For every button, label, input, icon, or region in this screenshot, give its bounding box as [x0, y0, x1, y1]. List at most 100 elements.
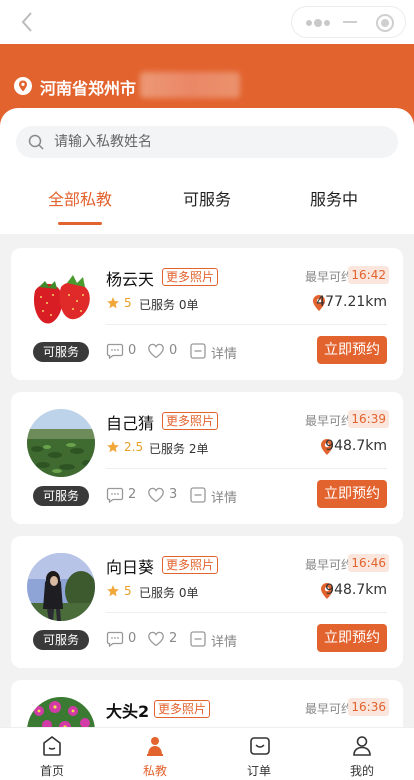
back-arrow-icon[interactable]	[16, 10, 40, 34]
rating-value: 2.5	[124, 440, 144, 454]
comment-icon	[106, 487, 124, 504]
coach-name: 杨云天	[106, 270, 155, 289]
distance-value: 948.7km	[325, 582, 387, 598]
earliest-label: 最早可约	[304, 558, 353, 572]
earliest-label: 最早可约	[304, 702, 353, 716]
location-redacted-blur	[140, 72, 240, 98]
minimize-icon[interactable]	[343, 21, 357, 23]
comment-count: 2	[128, 487, 137, 502]
heart-icon	[148, 631, 164, 647]
comment-icon	[106, 343, 124, 360]
heart-icon	[148, 487, 164, 503]
profile-icon	[353, 736, 371, 756]
tabbar-coach[interactable]: 私教	[120, 728, 190, 780]
tabbar-label: 首页	[39, 764, 64, 778]
heart-icon	[148, 343, 164, 359]
star-icon	[107, 297, 119, 309]
served-count: 已服务 0单	[139, 298, 199, 312]
coach-icon	[147, 737, 163, 756]
comment-action[interactable]: 0	[106, 342, 146, 360]
details-label: 详情	[211, 347, 238, 362]
rating-value: 5	[124, 296, 132, 310]
coach-card[interactable]: 可服务 杨云天 更多照片 最早可约 16:42 5 已服务 0单 477.21k…	[11, 248, 403, 380]
comment-count: 0	[128, 343, 137, 358]
details-action[interactable]: 详情	[189, 630, 249, 650]
star-icon	[107, 441, 119, 453]
book-now-button[interactable]: 立即预约	[317, 336, 387, 364]
earliest-time: 16:46	[348, 554, 389, 572]
rating-value: 5	[124, 584, 132, 598]
tab-all-coaches[interactable]: 全部私教	[25, 186, 135, 210]
coach-avatar	[27, 553, 95, 621]
mini-program-capsule	[291, 6, 406, 38]
coach-card[interactable]: 可服务 向日葵 更多照片 最早可约 16:46 5 已服务 0单 948.7km…	[11, 536, 403, 668]
details-icon	[190, 487, 206, 503]
more-photos-tag[interactable]: 更多照片	[154, 700, 211, 718]
location-label[interactable]: 河南省郑州市	[40, 75, 136, 99]
details-icon	[190, 631, 206, 647]
distance-value: 948.7km	[325, 438, 387, 454]
like-action[interactable]: 2	[147, 630, 187, 648]
served-count: 已服务 0单	[139, 586, 199, 600]
like-count: 2	[169, 631, 178, 646]
earliest-label: 最早可约	[304, 270, 353, 284]
search-input[interactable]	[54, 126, 384, 158]
details-label: 详情	[211, 491, 238, 506]
comment-icon	[106, 631, 124, 648]
comment-action[interactable]: 0	[106, 630, 146, 648]
earliest-time: 16:36	[348, 698, 389, 716]
tabbar-orders[interactable]: 订单	[224, 728, 294, 780]
details-label: 详情	[211, 635, 238, 650]
filter-panel: 全部私教 可服务 服务中	[0, 108, 414, 234]
comment-action[interactable]: 2	[106, 486, 146, 504]
tabbar-home[interactable]: 首页	[17, 728, 87, 780]
tabbar-label: 订单	[246, 764, 271, 778]
search-icon	[28, 134, 44, 150]
tab-available[interactable]: 可服务	[152, 186, 262, 210]
book-now-button[interactable]: 立即预约	[317, 480, 387, 508]
earliest-label: 最早可约	[304, 414, 353, 428]
service-status-badge: 可服务	[33, 342, 89, 362]
coach-name: 自己猜	[106, 414, 155, 433]
card-divider	[106, 324, 387, 325]
more-menu-icon[interactable]	[306, 19, 330, 27]
close-mini-program-icon[interactable]	[376, 14, 394, 32]
more-photos-tag[interactable]: 更多照片	[162, 268, 219, 286]
like-action[interactable]: 3	[147, 486, 187, 504]
coach-avatar	[27, 409, 95, 477]
like-action[interactable]: 0	[147, 342, 187, 360]
details-icon	[190, 343, 206, 359]
location-icon	[14, 77, 32, 95]
bottom-tab-bar: 首页 私教 订单 我的	[0, 727, 414, 780]
search-bar[interactable]	[16, 126, 398, 158]
tab-in-service[interactable]: 服务中	[279, 186, 389, 210]
coach-card[interactable]: 可服务 自己猜 更多照片 最早可约 16:39 2.5 已服务 2单 948.7…	[11, 392, 403, 524]
location-text: 河南省郑州市	[40, 79, 137, 98]
tabbar-profile[interactable]: 我的	[327, 728, 397, 780]
served-count: 已服务 2单	[149, 442, 209, 456]
home-icon	[43, 736, 61, 756]
earliest-time: 16:42	[348, 266, 389, 284]
active-tab-indicator	[58, 222, 102, 225]
tabbar-label: 我的	[349, 764, 374, 778]
card-divider	[106, 468, 387, 469]
service-status-badge: 可服务	[33, 630, 89, 650]
more-photos-tag[interactable]: 更多照片	[162, 556, 219, 574]
card-divider	[106, 612, 387, 613]
details-action[interactable]: 详情	[189, 342, 249, 362]
coach-avatar	[27, 265, 95, 333]
tabbar-label: 私教	[142, 764, 167, 778]
service-status-badge: 可服务	[33, 486, 89, 506]
nav-bar	[0, 0, 414, 44]
distance-value: 477.21km	[316, 294, 387, 310]
earliest-time: 16:39	[348, 410, 389, 428]
coach-name: 向日葵	[106, 558, 155, 577]
like-count: 3	[169, 487, 178, 502]
more-photos-tag[interactable]: 更多照片	[162, 412, 219, 430]
star-icon	[107, 585, 119, 597]
coach-name: 大头2	[106, 702, 150, 721]
details-action[interactable]: 详情	[189, 486, 249, 506]
order-icon	[250, 737, 270, 755]
comment-count: 0	[128, 631, 137, 646]
book-now-button[interactable]: 立即预约	[317, 624, 387, 652]
